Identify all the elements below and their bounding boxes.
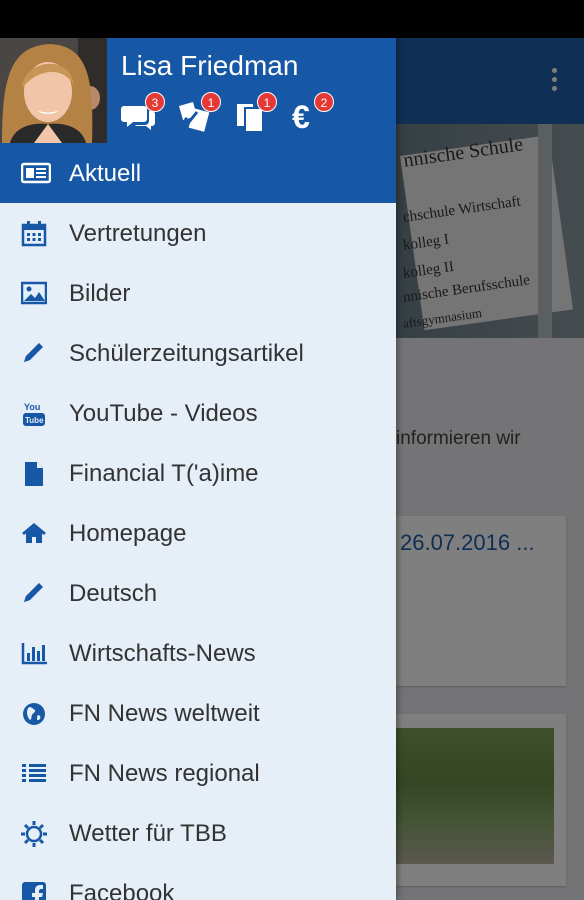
home-icon — [21, 521, 47, 545]
youtube-icon: You Tube — [21, 401, 47, 426]
svg-text:Tube: Tube — [25, 416, 44, 425]
menu-item-homepage[interactable]: Homepage — [0, 503, 396, 563]
newspaper-icon — [20, 161, 52, 185]
menu-item-label: FN News weltweit — [69, 700, 260, 727]
menu-item-label: Vertretungen — [69, 220, 207, 247]
menu-item-financial-taime[interactable]: Financial T('a)ime — [0, 443, 396, 503]
file-icon — [21, 461, 47, 486]
chat-icon[interactable]: 3 — [121, 92, 165, 132]
menu-item-label: Schülerzeitungsartikel — [69, 340, 304, 367]
menu-item-vertretungen[interactable]: Vertretungen — [0, 203, 396, 263]
documents-badge: 1 — [257, 92, 277, 112]
svg-text:You: You — [24, 402, 40, 412]
image-icon — [20, 281, 48, 305]
menu-item-wetter-tbb[interactable]: Wetter für TBB — [0, 803, 396, 863]
navigation-drawer: Lisa Friedman 3 1 1 € 2 Aktuell Vertretu… — [0, 38, 396, 900]
euro-icon[interactable]: € 2 — [290, 92, 334, 135]
facebook-icon — [21, 881, 47, 900]
menu-item-facebook[interactable]: Facebook — [0, 863, 396, 900]
globe-icon — [21, 701, 47, 725]
bar-chart-icon — [21, 641, 47, 665]
euro-badge: 2 — [314, 92, 334, 112]
list-icon — [21, 761, 47, 785]
menu-item-aktuell[interactable]: Aktuell — [0, 143, 396, 203]
calendar-icon — [21, 221, 47, 247]
chat-badge: 3 — [145, 92, 165, 112]
documents-icon[interactable]: 1 — [233, 92, 277, 133]
menu-item-label: Wirtschafts-News — [69, 640, 256, 667]
drawer-header: Lisa Friedman 3 1 1 € 2 — [0, 38, 396, 143]
menu-item-label: Bilder — [69, 280, 131, 307]
menu-item-label: Wetter für TBB — [69, 820, 227, 847]
poll-badge: 1 — [201, 92, 221, 112]
sun-icon — [21, 821, 47, 847]
menu-item-label: Aktuell — [69, 160, 142, 187]
menu-item-label: FN News regional — [69, 760, 260, 787]
status-bar — [0, 0, 584, 38]
menu-item-fn-news-regional[interactable]: FN News regional — [0, 743, 396, 803]
drawer-menu: Aktuell Vertretungen Bilder Schülerzeitu… — [0, 143, 396, 900]
user-name: Lisa Friedman — [121, 50, 299, 81]
menu-item-label: YouTube - Videos — [69, 400, 258, 427]
poll-icon[interactable]: 1 — [177, 92, 221, 132]
menu-item-label: Deutsch — [69, 580, 158, 607]
menu-item-label: Financial T('a)ime — [69, 460, 259, 487]
menu-item-wirtschafts-news[interactable]: Wirtschafts-News — [0, 623, 396, 683]
svg-text:€: € — [292, 100, 310, 132]
menu-item-youtube[interactable]: You Tube YouTube - Videos — [0, 383, 396, 443]
menu-item-deutsch[interactable]: Deutsch — [0, 563, 396, 623]
pencil-icon — [21, 581, 47, 605]
menu-item-schuelerzeitungsartikel[interactable]: Schülerzeitungsartikel — [0, 323, 396, 383]
menu-item-label: Homepage — [69, 520, 187, 547]
menu-item-label: Facebook — [69, 880, 175, 900]
menu-item-fn-news-weltweit[interactable]: FN News weltweit — [0, 683, 396, 743]
user-avatar[interactable] — [0, 38, 107, 143]
menu-item-bilder[interactable]: Bilder — [0, 263, 396, 323]
pencil-icon — [21, 341, 47, 365]
